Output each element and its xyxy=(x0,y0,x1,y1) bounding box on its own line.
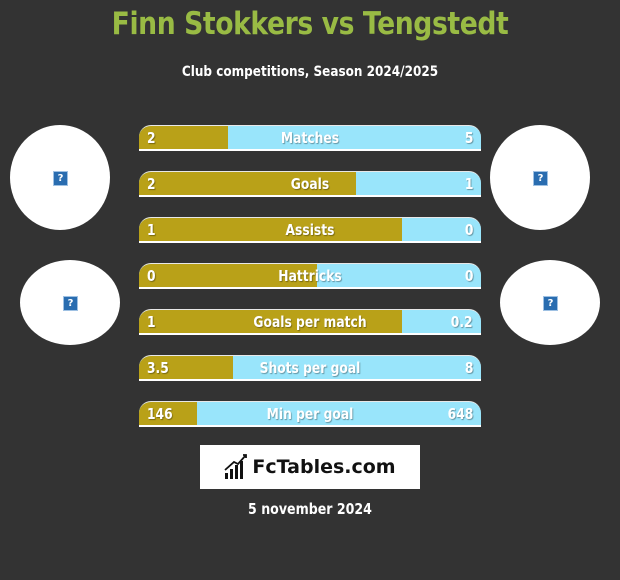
stat-row-min-per-goal: 146 Min per goal 648 xyxy=(139,401,481,427)
player-2-badge: ? xyxy=(490,125,590,230)
right-value: 0 xyxy=(464,267,473,285)
stat-row-assists: 1 Assists 0 xyxy=(139,217,481,243)
left-value: 1 xyxy=(147,313,156,331)
stat-row-goals-per-match: 1 Goals per match 0.2 xyxy=(139,309,481,335)
broken-image-icon: ? xyxy=(63,295,78,311)
bar-chart-icon xyxy=(224,454,248,479)
stat-label: Hattricks xyxy=(278,267,342,285)
stats-comparison: 2 Matches 5 2 Goals 1 1 Assists 0 0 Hatt… xyxy=(139,125,481,447)
page-subtitle: Club competitions, Season 2024/2025 xyxy=(181,64,439,80)
broken-image-icon: ? xyxy=(53,170,68,186)
date-label: 5 november 2024 xyxy=(248,500,372,518)
stat-row-matches: 2 Matches 5 xyxy=(139,125,481,151)
stat-label: Shots per goal xyxy=(259,359,361,377)
stat-label: Min per goal xyxy=(266,405,354,423)
stat-label: Goals xyxy=(290,175,330,193)
left-value: 1 xyxy=(147,221,156,239)
player-1-badge: ? xyxy=(10,125,110,230)
stat-label: Matches xyxy=(280,129,340,147)
stat-row-hattricks: 0 Hattricks 0 xyxy=(139,263,481,289)
right-value: 1 xyxy=(464,175,473,193)
left-value: 2 xyxy=(147,175,156,193)
right-value: 5 xyxy=(464,129,473,147)
right-value: 648 xyxy=(447,405,473,423)
right-value: 0 xyxy=(464,221,473,239)
left-value: 2 xyxy=(147,129,156,147)
right-value: 8 xyxy=(464,359,473,377)
page-title: Finn Stokkers vs Tengstedt xyxy=(111,6,509,42)
stat-label: Assists xyxy=(285,221,335,239)
logo-text: FcTables.com xyxy=(252,456,396,478)
stat-row-goals: 2 Goals 1 xyxy=(139,171,481,197)
left-value: 3.5 xyxy=(147,359,169,377)
broken-image-icon: ? xyxy=(543,295,558,311)
left-value: 0 xyxy=(147,267,156,285)
broken-image-icon: ? xyxy=(533,170,548,186)
stat-row-shots-per-goal: 3.5 Shots per goal 8 xyxy=(139,355,481,381)
player-1-club-badge: ? xyxy=(20,260,120,345)
stat-label: Goals per match xyxy=(253,313,367,331)
fctables-logo[interactable]: FcTables.com xyxy=(200,445,420,489)
right-value: 0.2 xyxy=(451,313,473,331)
player-2-club-badge: ? xyxy=(500,260,600,345)
